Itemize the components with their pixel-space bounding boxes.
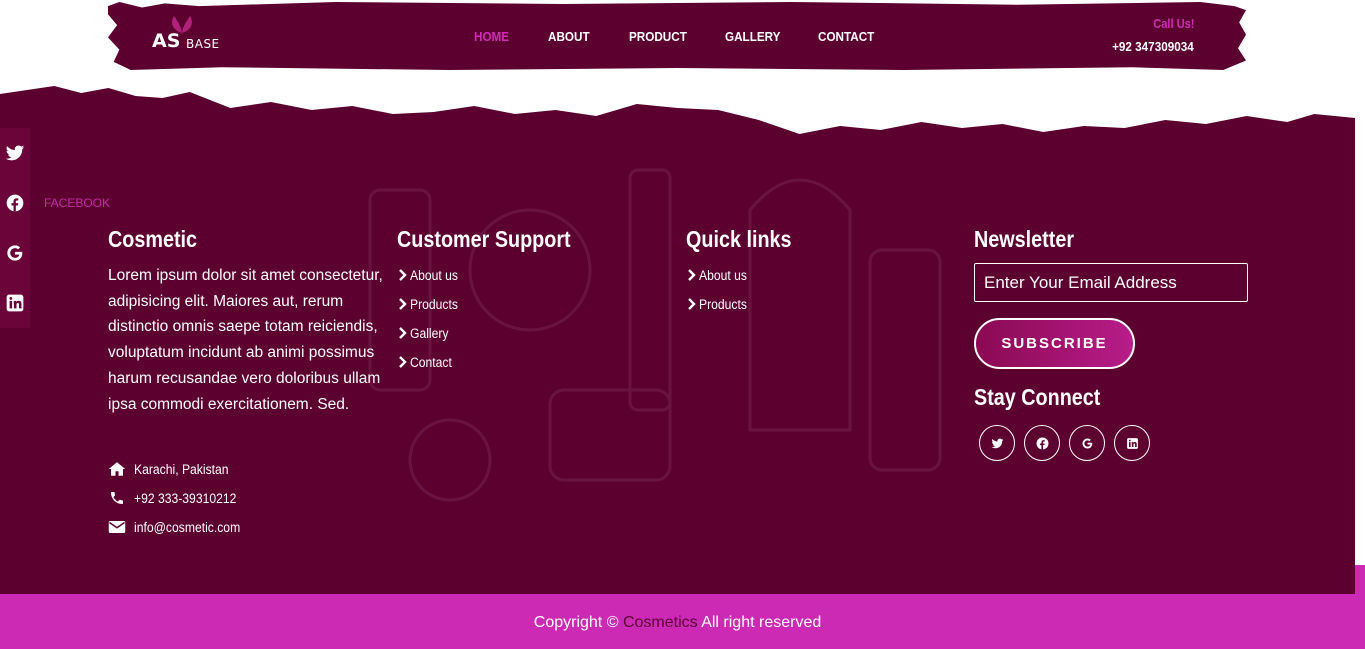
google-icon <box>1082 438 1092 448</box>
support-title: Customer Support <box>397 226 571 252</box>
support-link-label: Products <box>410 296 458 312</box>
twitter-icon[interactable] <box>5 143 25 163</box>
support-link-about[interactable]: About us <box>397 267 463 283</box>
twitter-icon <box>991 438 1003 448</box>
envelope-icon <box>108 521 126 533</box>
support-link-products[interactable]: Products <box>397 296 463 312</box>
sidebar-hover-label: FACEBOOK <box>44 196 111 210</box>
support-link-contact[interactable]: Contact <box>397 354 457 370</box>
copyright-text: Copyright © Cosmetics All right reserved <box>0 614 1355 632</box>
nav-about[interactable]: ABOUT <box>548 29 590 44</box>
cosmetic-title: Cosmetic <box>108 226 198 252</box>
stay-connect-title: Stay Connect <box>974 384 1101 410</box>
copyright-brand[interactable]: Cosmetics <box>623 614 698 631</box>
newsletter-title: Newsletter <box>974 226 1075 252</box>
nav-product[interactable]: PRODUCT <box>629 29 687 44</box>
chevron-right-icon <box>688 269 696 281</box>
nav-gallery[interactable]: GALLERY <box>725 29 780 44</box>
subscribe-button[interactable]: SUBSCRIBE <box>974 318 1135 369</box>
email-text[interactable]: info@cosmetic.com <box>134 520 240 535</box>
copyright-suffix: All right reserved <box>701 614 822 631</box>
linkedin-icon[interactable] <box>5 293 25 313</box>
twitter-button[interactable] <box>979 425 1015 461</box>
support-link-label: About us <box>410 267 458 283</box>
facebook-icon <box>1036 437 1048 449</box>
quick-link-about[interactable]: About us <box>686 267 752 283</box>
quick-links-title: Quick links <box>686 226 792 252</box>
linkedin-button[interactable] <box>1114 425 1150 461</box>
contact-address: Karachi, Pakistan <box>108 460 239 478</box>
support-link-label: Gallery <box>410 325 449 341</box>
newsletter-email-input[interactable] <box>974 263 1248 302</box>
chevron-right-icon <box>399 298 407 310</box>
quick-link-products[interactable]: Products <box>686 296 752 312</box>
google-icon[interactable] <box>5 243 25 263</box>
address-text: Karachi, Pakistan <box>134 461 229 477</box>
facebook-icon[interactable] <box>5 193 25 213</box>
nav-home[interactable]: HOME <box>474 29 509 44</box>
cosmetic-description: Lorem ipsum dolor sit amet consectetur, … <box>108 267 383 413</box>
linkedin-icon <box>1126 437 1138 449</box>
google-button[interactable] <box>1069 425 1105 461</box>
call-phone[interactable]: +92 347309034 <box>1112 39 1194 54</box>
support-link-label: Contact <box>410 354 452 370</box>
home-icon <box>108 462 126 476</box>
support-link-gallery[interactable]: Gallery <box>397 325 453 341</box>
chevron-right-icon <box>399 269 407 281</box>
contact-phone: +92 333-39310212 <box>108 489 248 507</box>
social-sidebar <box>0 128 30 328</box>
quick-link-label: About us <box>699 267 747 283</box>
copyright-prefix: Copyright © <box>533 614 619 631</box>
chevron-right-icon <box>688 298 696 310</box>
chevron-right-icon <box>399 327 407 339</box>
call-label: Call Us! <box>1152 16 1194 31</box>
facebook-button[interactable] <box>1024 425 1060 461</box>
bottom-bar-edge <box>1355 565 1365 595</box>
chevron-right-icon <box>399 356 407 368</box>
contact-email: info@cosmetic.com <box>108 518 252 536</box>
quick-link-label: Products <box>699 296 747 312</box>
phone-icon <box>111 492 123 504</box>
phone-text[interactable]: +92 333-39310212 <box>134 491 236 506</box>
nav-contact[interactable]: CONTACT <box>818 29 874 44</box>
